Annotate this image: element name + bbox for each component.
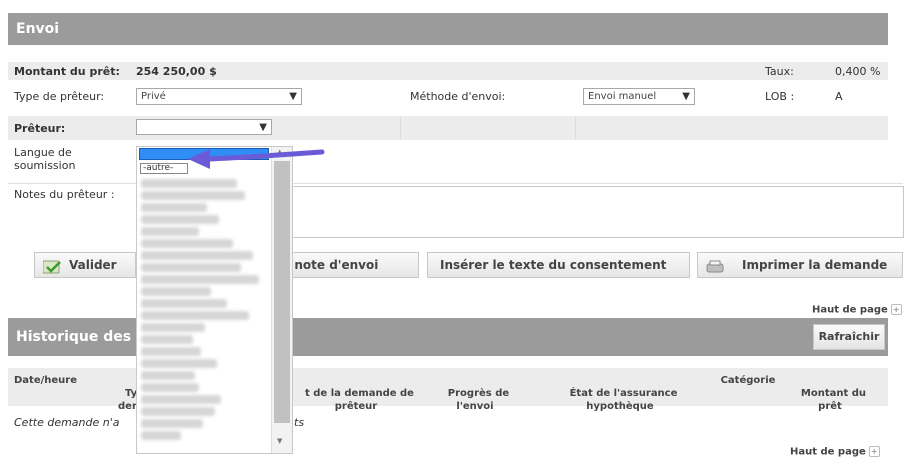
dropdown-scrollbar-thumb[interactable] [274,161,290,423]
notes-textarea[interactable] [290,186,904,238]
taux-label: Taux: [765,65,794,78]
historique-title: Historique des [16,329,132,345]
preteur-dropdown-list[interactable]: -autre- ▲ ▼ [136,146,293,454]
col-date-heure-label: Date/heure [14,375,77,386]
dropdown-option-blurred[interactable] [141,191,245,200]
refresh-button[interactable]: Rafraîchir [813,324,885,350]
dropdown-option-blurred[interactable] [141,287,211,296]
lob-label: LOB : [765,90,795,103]
notes-label: Notes du prêteur : [14,188,115,201]
imprimer-label: Imprimer la demande [742,258,888,272]
dropdown-option-blurred[interactable] [141,419,203,428]
preteur-select[interactable]: ▼ [136,119,272,135]
dropdown-scrollbar[interactable]: ▲ ▼ [271,147,292,453]
inserer-consentement-button[interactable]: Insérer le texte du consentement [427,252,690,278]
dropdown-option-blurred[interactable] [141,179,237,188]
haut-de-page-label-bottom: Haut de page [790,446,866,458]
haut-de-page-label: Haut de page [812,304,888,316]
col-etat-demande: t de la demande de prêteur [286,374,426,413]
empty-message-right: ts [294,416,305,429]
preteur-divider-2 [575,116,576,140]
montant-value: 254 250,00 $ [136,65,217,78]
langue-label: Langue de soumission [14,146,76,172]
taux-value: 0,400 % [835,65,881,78]
methode-value: Envoi manuel [588,91,657,102]
dropdown-option-autre-label: -autre- [143,163,174,173]
col-date-heure: Date/heure [14,374,94,387]
haut-de-page-link-bottom[interactable]: Haut de page + [790,446,880,458]
valider-button[interactable]: Valider [34,252,136,278]
dropdown-option-blurred[interactable] [141,275,259,284]
dropdown-option-blurred[interactable] [141,407,215,416]
arrow-annotation-icon [188,149,325,169]
dropdown-option-blurred[interactable] [141,239,233,248]
scroll-down-icon[interactable]: ▼ [277,437,282,445]
dropdown-option-blurred[interactable] [141,383,199,392]
imprimer-button[interactable]: Imprimer la demande [697,252,903,278]
lob-value: A [835,90,843,103]
check-icon [42,258,63,273]
haut-de-page-link[interactable]: Haut de page + [812,304,902,316]
col-categorie: Catégorie [718,374,778,387]
col-progres-envoi-label: Progrès de l'envoi [447,388,510,412]
dropdown-option-blurred[interactable] [141,395,221,404]
preteur-label: Prêteur: [14,122,66,135]
col-etat-assurance: État de l'assurance hypothèque [560,374,680,413]
dropdown-option-blurred[interactable] [141,227,199,236]
chevron-down-icon: ▼ [259,122,267,133]
plus-icon: + [868,446,880,457]
methode-label: Méthode d'envoi: [410,90,506,103]
inserer-label: Insérer le texte du consentement [440,258,667,272]
dropdown-option-blurred[interactable] [141,251,253,260]
col-categorie-label: Catégorie [720,375,776,386]
type-preteur-select[interactable]: Privé ▼ [136,88,302,105]
refresh-label: Rafraîchir [818,330,880,343]
dropdown-option-blurred[interactable] [141,347,201,356]
type-preteur-label: Type de prêteur: [14,90,105,103]
dropdown-option-blurred[interactable] [141,371,195,380]
dropdown-option-blurred[interactable] [141,203,207,212]
chevron-down-icon: ▼ [289,91,297,102]
col-type-label: Ty der [118,388,138,412]
dropdown-option-blurred[interactable] [141,299,227,308]
envoi-section-header: Envoi [8,13,888,45]
col-montant-pret-label: Montant du prêt [800,388,867,412]
chevron-down-icon: ▼ [682,91,690,102]
methode-select[interactable]: Envoi manuel ▼ [583,88,695,105]
preteur-divider-1 [400,116,401,140]
dropdown-option-blurred[interactable] [141,311,249,320]
col-progres-envoi: Progrès de l'envoi [440,374,510,413]
envoi-title: Envoi [16,21,60,37]
dropdown-option-blurred[interactable] [141,431,181,440]
dropdown-option-blurred[interactable] [141,359,217,368]
col-montant-pret: Montant du prêt [790,374,870,413]
dropdown-option-blurred[interactable] [141,215,219,224]
col-etat-assurance-label: État de l'assurance hypothèque [569,388,678,412]
plus-icon: + [890,304,902,315]
dropdown-option-blurred[interactable] [141,335,193,344]
valider-label: Valider [69,258,117,272]
type-preteur-value: Privé [141,91,166,102]
dropdown-option-blurred[interactable] [141,263,241,272]
col-etat-demande-label: t de la demande de prêteur [305,388,414,412]
empty-message-left: Cette demande n'a [14,416,120,429]
montant-label: Montant du prêt: [14,65,120,78]
dropdown-option-blurred[interactable] [141,323,205,332]
printer-icon [706,258,724,272]
